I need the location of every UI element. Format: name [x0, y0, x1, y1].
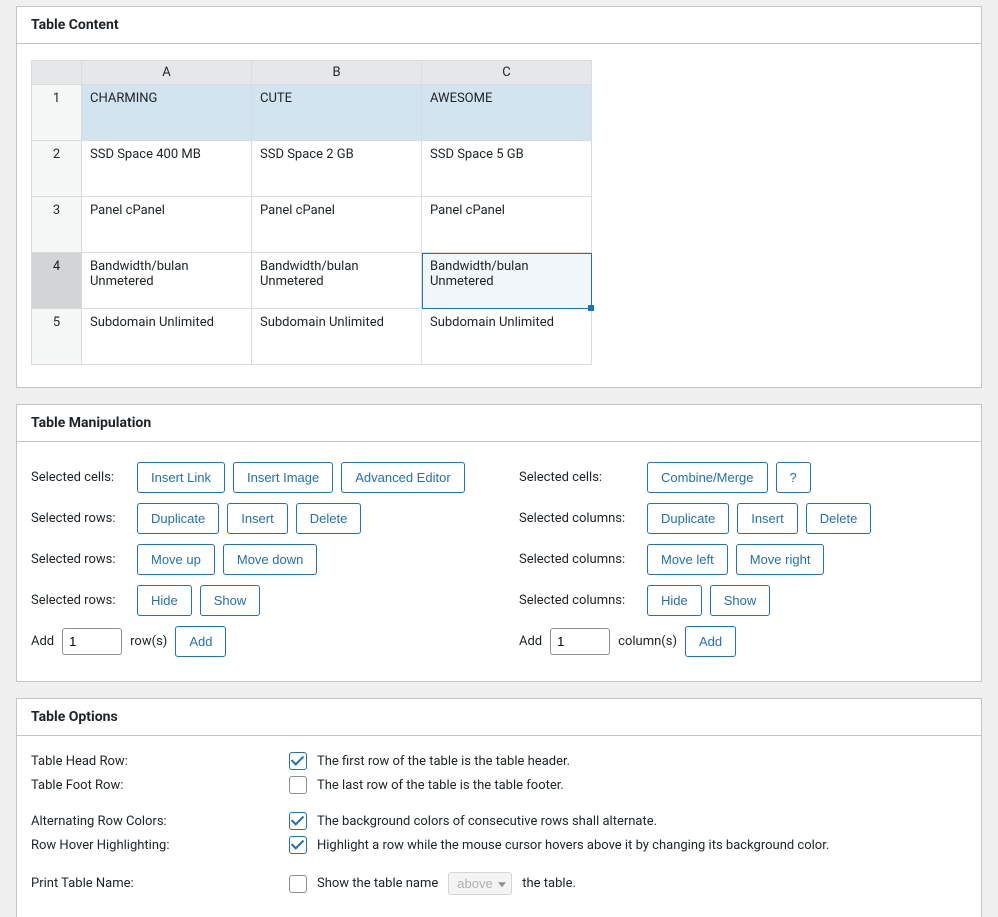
insert-cols-button[interactable]: Insert	[737, 503, 798, 534]
hover-checkbox[interactable]	[289, 836, 307, 854]
table-options-title: Table Options	[17, 699, 981, 736]
cell-c5[interactable]: Subdomain Unlimited	[422, 309, 592, 365]
add-rows-button[interactable]: Add	[175, 626, 226, 657]
add-cols-suffix: column(s)	[618, 634, 677, 649]
insert-rows-button[interactable]: Insert	[227, 503, 288, 534]
cell-b5[interactable]: Subdomain Unlimited	[252, 309, 422, 365]
cell-a4[interactable]: Bandwidth/bulan Unmetered	[82, 253, 252, 309]
show-rows-button[interactable]: Show	[200, 585, 261, 616]
duplicate-rows-button[interactable]: Duplicate	[137, 503, 219, 534]
move-left-button[interactable]: Move left	[647, 544, 728, 575]
col-header-a[interactable]: A	[82, 61, 252, 85]
move-up-button[interactable]: Move up	[137, 544, 215, 575]
add-cols-prefix: Add	[519, 634, 542, 649]
row-header-4[interactable]: 4	[32, 253, 82, 309]
table-row: 1 CHARMING CUTE AWESOME	[32, 85, 592, 141]
cell-c1[interactable]: AWESOME	[422, 85, 592, 141]
row-header-2[interactable]: 2	[32, 141, 82, 197]
alt-colors-checkbox[interactable]	[289, 812, 307, 830]
cell-a5[interactable]: Subdomain Unlimited	[82, 309, 252, 365]
table-manipulation-title: Table Manipulation	[17, 405, 981, 442]
table-options-body: Table Head Row: The first row of the tab…	[17, 736, 981, 917]
add-cols-input[interactable]	[550, 628, 610, 655]
selected-rows-label-2: Selected rows:	[31, 552, 129, 567]
print-name-label: Print Table Name:	[31, 876, 279, 891]
manip-left-col: Selected cells: Insert Link Insert Image…	[31, 452, 479, 665]
head-row-text: The first row of the table is the table …	[317, 754, 570, 769]
print-name-suffix: the table.	[522, 876, 576, 891]
selected-cols-label-2: Selected columns:	[519, 552, 639, 567]
add-rows-prefix: Add	[31, 634, 54, 649]
move-down-button[interactable]: Move down	[223, 544, 317, 575]
duplicate-cols-button[interactable]: Duplicate	[647, 503, 729, 534]
col-header-c[interactable]: C	[422, 61, 592, 85]
table-content-body: A B C 1 CHARMING CUTE AWESOME 2 SSD Spac…	[17, 44, 981, 387]
delete-rows-button[interactable]: Delete	[296, 503, 362, 534]
combine-merge-button[interactable]: Combine/Merge	[647, 462, 768, 493]
cell-b1[interactable]: CUTE	[252, 85, 422, 141]
foot-row-checkbox[interactable]	[289, 776, 307, 794]
alt-colors-label: Alternating Row Colors:	[31, 814, 279, 829]
cell-c4[interactable]: Bandwidth/bulan Unmetered	[422, 253, 592, 309]
alt-colors-text: The background colors of consecutive row…	[317, 814, 657, 829]
corner-cell[interactable]	[32, 61, 82, 85]
table-content-title: Table Content	[17, 7, 981, 44]
hide-cols-button[interactable]: Hide	[647, 585, 702, 616]
insert-image-button[interactable]: Insert Image	[233, 462, 333, 493]
add-rows-suffix: row(s)	[130, 634, 167, 649]
head-row-label: Table Head Row:	[31, 754, 279, 769]
col-header-b[interactable]: B	[252, 61, 422, 85]
table-row: 5 Subdomain Unlimited Subdomain Unlimite…	[32, 309, 592, 365]
table-options-panel: Table Options Table Head Row: The first …	[16, 698, 982, 917]
foot-row-label: Table Foot Row:	[31, 778, 279, 793]
row-header-3[interactable]: 3	[32, 197, 82, 253]
table-row: 3 Panel cPanel Panel cPanel Panel cPanel	[32, 197, 592, 253]
hide-rows-button[interactable]: Hide	[137, 585, 192, 616]
add-rows-input[interactable]	[62, 628, 122, 655]
selected-cells-label-r: Selected cells:	[519, 470, 639, 485]
insert-link-button[interactable]: Insert Link	[137, 462, 225, 493]
selected-cols-label-3: Selected columns:	[519, 593, 639, 608]
selected-rows-label: Selected rows:	[31, 511, 129, 526]
cell-b2[interactable]: SSD Space 2 GB	[252, 141, 422, 197]
row-header-1[interactable]: 1	[32, 85, 82, 141]
print-name-select[interactable]: above	[448, 872, 512, 895]
head-row-checkbox[interactable]	[289, 752, 307, 770]
table-content-panel: Table Content A B C 1 CHARMING CUTE	[16, 6, 982, 388]
selected-rows-label-3: Selected rows:	[31, 593, 129, 608]
advanced-editor-button[interactable]: Advanced Editor	[341, 462, 464, 493]
add-cols-button[interactable]: Add	[685, 626, 736, 657]
cell-c2[interactable]: SSD Space 5 GB	[422, 141, 592, 197]
cell-c3[interactable]: Panel cPanel	[422, 197, 592, 253]
hover-label: Row Hover Highlighting:	[31, 838, 279, 853]
delete-cols-button[interactable]: Delete	[806, 503, 872, 534]
show-cols-button[interactable]: Show	[710, 585, 771, 616]
cell-a3[interactable]: Panel cPanel	[82, 197, 252, 253]
cell-b3[interactable]: Panel cPanel	[252, 197, 422, 253]
cell-a2[interactable]: SSD Space 400 MB	[82, 141, 252, 197]
manip-right-col: Selected cells: Combine/Merge ? Selected…	[519, 452, 967, 665]
hover-text: Highlight a row while the mouse cursor h…	[317, 838, 829, 853]
selected-cols-label: Selected columns:	[519, 511, 639, 526]
selected-cells-label: Selected cells:	[31, 470, 129, 485]
table-row: 4 Bandwidth/bulan Unmetered Bandwidth/bu…	[32, 253, 592, 309]
print-name-prefix: Show the table name	[317, 876, 438, 891]
foot-row-text: The last row of the table is the table f…	[317, 778, 564, 793]
cell-a1[interactable]: CHARMING	[82, 85, 252, 141]
table-manipulation-panel: Table Manipulation Selected cells: Inser…	[16, 404, 982, 682]
cell-b4[interactable]: Bandwidth/bulan Unmetered	[252, 253, 422, 309]
table-manipulation-body: Selected cells: Insert Link Insert Image…	[17, 442, 981, 681]
help-button[interactable]: ?	[776, 462, 811, 493]
spreadsheet-table[interactable]: A B C 1 CHARMING CUTE AWESOME 2 SSD Spac…	[31, 60, 592, 365]
table-row: 2 SSD Space 400 MB SSD Space 2 GB SSD Sp…	[32, 141, 592, 197]
print-name-checkbox[interactable]	[289, 875, 307, 893]
move-right-button[interactable]: Move right	[736, 544, 825, 575]
row-header-5[interactable]: 5	[32, 309, 82, 365]
